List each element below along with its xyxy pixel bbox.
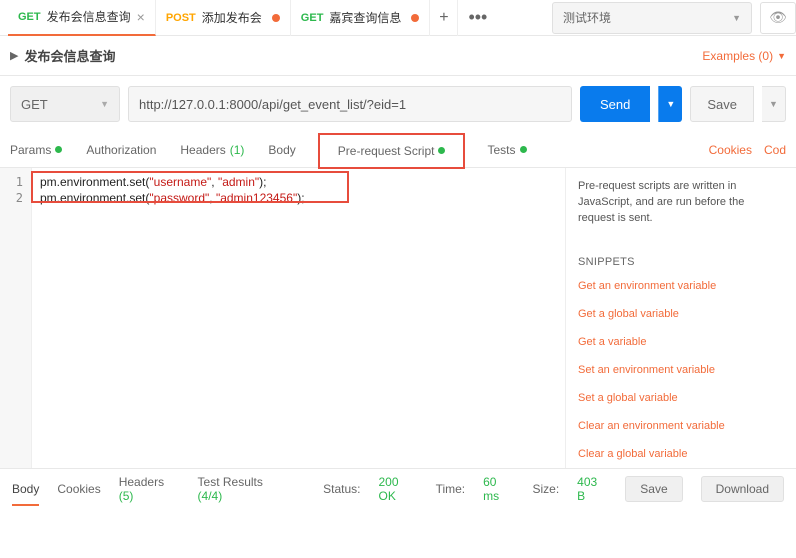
chevron-down-icon: ▼ <box>777 51 786 61</box>
headers-count: (1) <box>230 143 245 157</box>
tab-params[interactable]: Params <box>10 132 62 168</box>
url-text: http://127.0.0.1:8000/api/get_event_list… <box>139 97 406 112</box>
tab-bar: GET 发布会信息查询 × POST 添加发布会 GET 嘉宾查询信息 + ••… <box>0 0 796 36</box>
snippet-link[interactable]: Get a variable <box>578 336 784 348</box>
code-string: "username" <box>149 175 211 189</box>
snippet-link[interactable]: Clear an environment variable <box>578 420 784 432</box>
more-menu-icon[interactable]: ••• <box>458 7 497 28</box>
method-value: GET <box>21 97 48 112</box>
examples-label: Examples (0) <box>702 49 773 63</box>
examples-dropdown[interactable]: Examples (0) ▼ <box>702 49 786 63</box>
panel-description: Pre-request scripts are written in JavaS… <box>578 178 784 226</box>
method-badge: GET <box>18 11 41 23</box>
code-string: "password" <box>149 191 209 205</box>
code-token: pm.environment.set( <box>40 191 149 205</box>
unsaved-dot-icon <box>272 14 280 22</box>
tab-label: Tests <box>487 143 515 157</box>
environment-select[interactable]: 测试环境 <box>552 2 752 34</box>
line-number: 2 <box>0 190 31 206</box>
size-label: Size: <box>532 482 559 496</box>
view-environment-icon[interactable]: 👁 <box>760 2 796 34</box>
response-tab-tests[interactable]: Test Results (4/4) <box>198 475 288 503</box>
size-value: 403 B <box>577 475 607 503</box>
snippet-link[interactable]: Set an environment variable <box>578 364 784 376</box>
code-token: ); <box>259 175 266 189</box>
request-title-bar: ▶ 发布会信息查询 Examples (0) ▼ <box>0 36 796 76</box>
cookies-code-links: Cookies Cod <box>709 143 786 157</box>
tab-prerequest[interactable]: Pre-request Script <box>320 135 464 167</box>
tab-headers[interactable]: Headers (1) <box>180 132 244 168</box>
url-input[interactable]: http://127.0.0.1:8000/api/get_event_list… <box>128 86 572 122</box>
editor-area: 1 2 pm.environment.set("username", "admi… <box>0 168 796 468</box>
status-label: Status: <box>323 482 360 496</box>
tests-count: (4/4) <box>198 489 223 503</box>
snippet-link[interactable]: Get a global variable <box>578 308 784 320</box>
unsaved-dot-icon <box>411 14 419 22</box>
snippets-panel: Pre-request scripts are written in JavaS… <box>566 168 796 468</box>
code-string: "admin" <box>218 175 259 189</box>
collapse-icon[interactable]: ▶ <box>10 49 18 62</box>
code-token: , <box>209 191 216 205</box>
code-content[interactable]: pm.environment.set("username", "admin");… <box>32 168 565 468</box>
response-tab-headers[interactable]: Headers (5) <box>119 475 180 503</box>
snippet-link[interactable]: Clear a global variable <box>578 448 784 460</box>
tab-label: Test Results <box>198 475 263 489</box>
tab-request-3[interactable]: GET 嘉宾查询信息 <box>291 0 431 36</box>
snippets-heading: SNIPPETS <box>578 256 784 268</box>
tab-label: Headers <box>180 143 225 157</box>
request-title: 发布会信息查询 <box>24 46 115 65</box>
code-token: ); <box>297 191 304 205</box>
tab-body[interactable]: Body <box>268 132 295 168</box>
response-tab-cookies[interactable]: Cookies <box>57 482 100 496</box>
time-label: Time: <box>436 482 466 496</box>
download-button[interactable]: Download <box>701 476 784 502</box>
tab-label: Pre-request Script <box>338 144 435 158</box>
snippet-link[interactable]: Get an environment variable <box>578 280 784 292</box>
save-button[interactable]: Save <box>690 86 754 122</box>
tab-request-2[interactable]: POST 添加发布会 <box>156 0 291 36</box>
method-select[interactable]: GET <box>10 86 120 122</box>
cookies-link[interactable]: Cookies <box>709 143 752 157</box>
send-button[interactable]: Send <box>580 86 650 122</box>
tab-label: Params <box>10 143 51 157</box>
tab-tests[interactable]: Tests <box>487 132 526 168</box>
tab-label: Headers <box>119 475 164 489</box>
code-token: pm.environment.set( <box>40 175 149 189</box>
url-bar: GET http://127.0.0.1:8000/api/get_event_… <box>0 76 796 132</box>
send-dropdown[interactable]: ▼ <box>658 86 682 122</box>
tab-label: 嘉宾查询信息 <box>329 9 401 26</box>
response-tab-body[interactable]: Body <box>12 482 39 496</box>
line-gutter: 1 2 <box>0 168 32 468</box>
environment-label: 测试环境 <box>563 9 611 26</box>
tab-authorization[interactable]: Authorization <box>86 132 156 168</box>
response-bar: Body Cookies Headers (5) Test Results (4… <box>0 468 796 508</box>
code-token: , <box>211 175 218 189</box>
indicator-dot-icon <box>520 146 527 153</box>
tab-request-1[interactable]: GET 发布会信息查询 × <box>8 0 156 36</box>
indicator-dot-icon <box>55 146 62 153</box>
new-tab-button[interactable]: + <box>430 0 458 36</box>
code-string: "admin123456" <box>216 191 297 205</box>
method-badge: GET <box>301 12 324 24</box>
request-subtabs: Params Authorization Headers (1) Body Pr… <box>0 132 796 168</box>
tab-label: 添加发布会 <box>202 9 262 26</box>
status-value: 200 OK <box>379 475 418 503</box>
time-value: 60 ms <box>483 475 514 503</box>
indicator-dot-icon <box>438 147 445 154</box>
code-editor[interactable]: 1 2 pm.environment.set("username", "admi… <box>0 168 566 468</box>
close-icon[interactable]: × <box>137 9 145 25</box>
line-number: 1 <box>0 174 31 190</box>
tab-label: 发布会信息查询 <box>47 8 131 25</box>
snippet-link[interactable]: Set a global variable <box>578 392 784 404</box>
code-link[interactable]: Cod <box>764 143 786 157</box>
save-response-button[interactable]: Save <box>625 476 682 502</box>
save-dropdown[interactable]: ▼ <box>762 86 786 122</box>
headers-count: (5) <box>119 489 134 503</box>
method-badge: POST <box>166 12 196 24</box>
